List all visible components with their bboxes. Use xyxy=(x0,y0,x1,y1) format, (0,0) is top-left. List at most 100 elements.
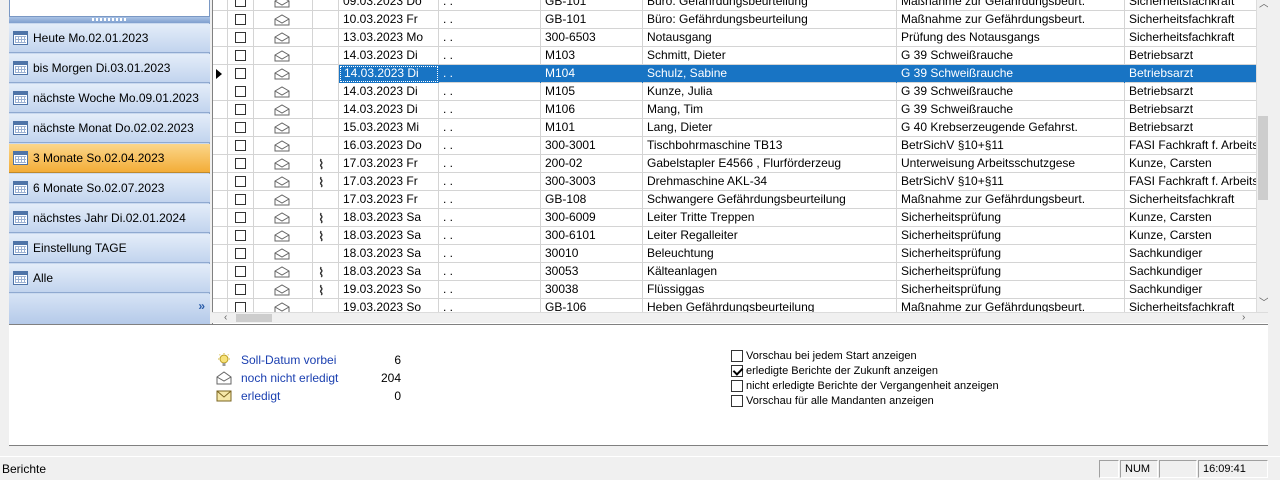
done-checkbox-cell[interactable] xyxy=(228,155,254,173)
code-cell[interactable]: 30053 xyxy=(541,263,643,281)
object-cell[interactable]: Gabelstapler E4566 , Flurförderzeug xyxy=(643,155,897,173)
done-checkbox[interactable] xyxy=(235,0,246,7)
vertical-scrollbar[interactable]: ︿ ﹀ xyxy=(1256,0,1269,312)
due-date-cell[interactable]: 10.03.2023 Fr xyxy=(339,11,439,29)
nav-item[interactable]: Heute Mo.02.01.2023 xyxy=(9,24,210,53)
done-checkbox-cell[interactable] xyxy=(228,281,254,299)
due-date-cell[interactable]: 18.03.2023 Sa xyxy=(339,245,439,263)
nav-splitter-grip[interactable] xyxy=(9,17,210,23)
table-row[interactable]: 14.03.2023 Di. . M106 Mang, Tim G 39 Schwei… xyxy=(213,101,1257,119)
object-cell[interactable]: Lang, Dieter xyxy=(643,119,897,137)
done-checkbox-cell[interactable] xyxy=(228,65,254,83)
object-cell[interactable]: Kälteanlagen xyxy=(643,263,897,281)
measure-cell[interactable]: G 39 Schweißrauche xyxy=(897,101,1125,119)
due-date-cell[interactable]: 18.03.2023 Sa xyxy=(339,227,439,245)
object-cell[interactable]: Notausgang xyxy=(643,29,897,47)
due-date-cell[interactable]: 18.03.2023 Sa xyxy=(339,263,439,281)
code-cell[interactable]: 300-6009 xyxy=(541,209,643,227)
table-row[interactable]: ⌇ 18.03.2023 Sa. . 30053 Kälteanlagen Sicher… xyxy=(213,263,1257,281)
done-checkbox[interactable] xyxy=(235,50,246,61)
done-checkbox[interactable] xyxy=(235,230,246,241)
option-checkbox[interactable] xyxy=(731,349,743,362)
table-row[interactable]: 14.03.2023 Di. . M103 Schmitt, Dieter G 39 … xyxy=(213,47,1257,65)
table-row[interactable]: 10.03.2023 Fr. . GB-101 Büro: Gefährdungsb… xyxy=(213,11,1257,29)
object-cell[interactable]: Leiter Regalleiter xyxy=(643,227,897,245)
option-checkbox-row[interactable]: erledigte Berichte der Zukunft anzeigen xyxy=(731,363,938,378)
code-cell[interactable]: M103 xyxy=(541,47,643,65)
responsible-cell[interactable]: Sachkundiger xyxy=(1125,263,1257,281)
responsible-cell[interactable]: Betriebsarzt xyxy=(1125,101,1257,119)
code-cell[interactable]: 300-6503 xyxy=(541,29,643,47)
done-checkbox[interactable] xyxy=(235,248,246,259)
nav-item[interactable]: nächste Woche Mo.09.01.2023 xyxy=(9,84,210,113)
legend-label[interactable]: erledigt xyxy=(241,389,381,403)
measure-cell[interactable]: G 39 Schweißrauche xyxy=(897,65,1125,83)
due-date-cell[interactable]: 14.03.2023 Di xyxy=(339,83,439,101)
code-cell[interactable]: GB-101 xyxy=(541,11,643,29)
table-row[interactable]: 17.03.2023 Fr. . GB-108 Schwangere Gefährd… xyxy=(213,191,1257,209)
done-checkbox[interactable] xyxy=(235,176,246,187)
done-checkbox[interactable] xyxy=(235,122,246,133)
due-date-cell[interactable]: 18.03.2023 Sa xyxy=(339,209,439,227)
done-date-cell[interactable]: . . xyxy=(439,227,541,245)
paperclip-icon[interactable]: ⌇ xyxy=(318,264,324,281)
responsible-cell[interactable]: Sachkundiger xyxy=(1125,245,1257,263)
code-cell[interactable]: M104 xyxy=(541,65,643,83)
done-checkbox[interactable] xyxy=(235,32,246,43)
responsible-cell[interactable]: Betriebsarzt xyxy=(1125,83,1257,101)
measure-cell[interactable]: Sicherheitsprüfung xyxy=(897,245,1125,263)
code-cell[interactable]: GB-101 xyxy=(541,0,643,11)
table-row[interactable]: 16.03.2023 Do. . 300-3001 Tischbohrmaschin… xyxy=(213,137,1257,155)
responsible-cell[interactable]: Sachkundiger xyxy=(1125,281,1257,299)
responsible-cell[interactable]: Betriebsarzt xyxy=(1125,65,1257,83)
done-date-cell[interactable]: . . xyxy=(439,209,541,227)
table-row[interactable]: ⌇ 18.03.2023 Sa. . 300-6101 Leiter Regallei… xyxy=(213,227,1257,245)
responsible-cell[interactable]: Kunze, Carsten xyxy=(1125,227,1257,245)
done-date-cell[interactable]: . . xyxy=(439,101,541,119)
responsible-cell[interactable]: Sicherheitsfachkraft xyxy=(1125,0,1257,11)
horizontal-scroll-thumb[interactable] xyxy=(236,314,272,322)
due-date-cell[interactable]: 17.03.2023 Fr xyxy=(339,173,439,191)
measure-cell[interactable]: Sicherheitsprüfung xyxy=(897,263,1125,281)
object-cell[interactable]: Leiter Tritte Treppen xyxy=(643,209,897,227)
nav-item[interactable]: 3 Monate So.02.04.2023 xyxy=(9,144,210,173)
due-date-cell[interactable]: 14.03.2023 Di xyxy=(339,101,439,119)
option-checkbox-row[interactable]: nicht erledigte Berichte der Vergangenhe… xyxy=(731,378,999,393)
due-date-cell[interactable]: 17.03.2023 Fr xyxy=(339,155,439,173)
done-checkbox-cell[interactable] xyxy=(228,101,254,119)
done-checkbox[interactable] xyxy=(235,104,246,115)
option-label[interactable]: erledigte Berichte der Zukunft anzeigen xyxy=(746,365,938,377)
object-cell[interactable]: Schmitt, Dieter xyxy=(643,47,897,65)
done-checkbox-cell[interactable] xyxy=(228,119,254,137)
done-checkbox[interactable] xyxy=(235,68,246,79)
done-checkbox[interactable] xyxy=(235,158,246,169)
measure-cell[interactable]: Maßnahme zur Gefährdungsbeurt. xyxy=(897,191,1125,209)
measure-cell[interactable]: Sicherheitsprüfung xyxy=(897,209,1125,227)
due-date-cell[interactable]: 14.03.2023 Di xyxy=(339,47,439,65)
done-date-cell[interactable]: . . xyxy=(439,119,541,137)
object-cell[interactable]: Mang, Tim xyxy=(643,101,897,119)
done-date-cell[interactable]: . . xyxy=(439,0,541,11)
code-cell[interactable]: 200-02 xyxy=(541,155,643,173)
measure-cell[interactable]: Maßnahme zur Gefährdungsbeurt. xyxy=(897,11,1125,29)
option-checkbox-row[interactable]: Vorschau für alle Mandanten anzeigen xyxy=(731,393,934,408)
measure-cell[interactable]: G 39 Schweißrauche xyxy=(897,47,1125,65)
measure-cell[interactable]: BetrSichV §10+§11 xyxy=(897,137,1125,155)
due-date-cell[interactable]: 16.03.2023 Do xyxy=(339,137,439,155)
responsible-cell[interactable]: Sicherheitsfachkraft xyxy=(1125,11,1257,29)
responsible-cell[interactable]: Sicherheitsfachkraft xyxy=(1125,29,1257,47)
nav-item[interactable]: 6 Monate So.02.07.2023 xyxy=(9,174,210,203)
scroll-right-icon[interactable]: › xyxy=(1242,313,1245,323)
done-checkbox[interactable] xyxy=(235,194,246,205)
table-row[interactable]: 09.03.2023 Do. . GB-101 Büro: Gefährdungsb… xyxy=(213,0,1257,11)
object-cell[interactable]: Kunze, Julia xyxy=(643,83,897,101)
object-cell[interactable]: Tischbohrmaschine TB13 xyxy=(643,137,897,155)
done-date-cell[interactable]: . . xyxy=(439,173,541,191)
measure-cell[interactable]: Sicherheitsprüfung xyxy=(897,227,1125,245)
object-cell[interactable]: Schulz, Sabine xyxy=(643,65,897,83)
done-checkbox[interactable] xyxy=(235,14,246,25)
table-row[interactable]: 18.03.2023 Sa. . 30010 Beleuchtung Sicherhe… xyxy=(213,245,1257,263)
option-label[interactable]: nicht erledigte Berichte der Vergangenhe… xyxy=(746,380,999,392)
responsible-cell[interactable]: Kunze, Carsten xyxy=(1125,209,1257,227)
legend-label[interactable]: noch nicht erledigt xyxy=(241,371,381,385)
